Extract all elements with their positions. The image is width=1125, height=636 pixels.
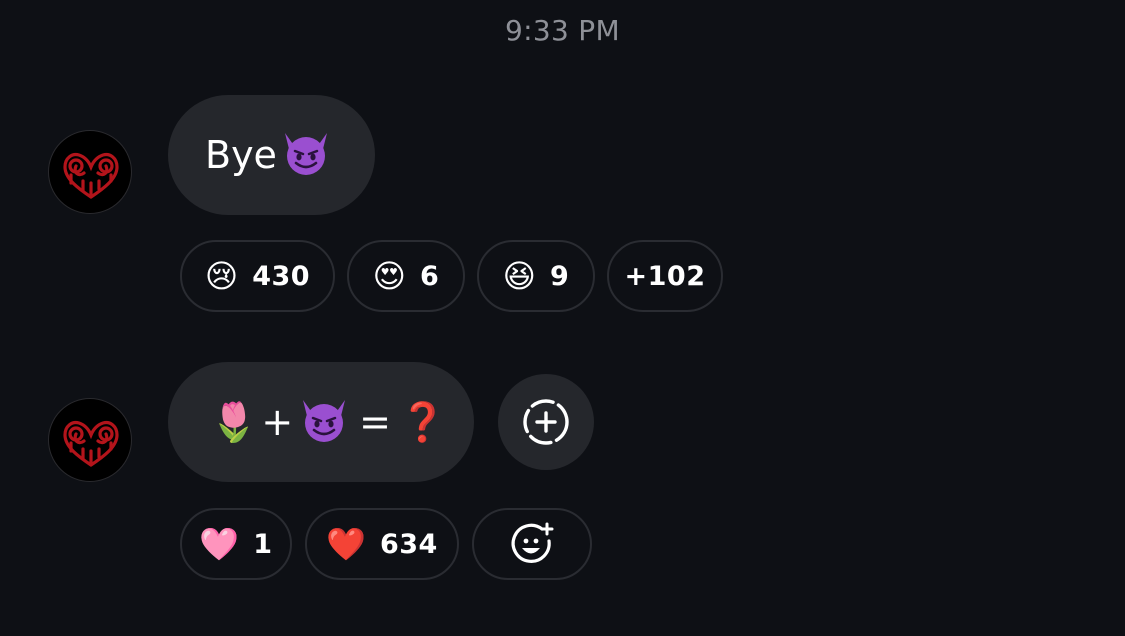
heart-logo-icon — [63, 420, 119, 467]
tulip-emoji: 🌷 — [210, 399, 258, 444]
add-circle-icon — [523, 399, 569, 445]
smiling-devil-icon — [297, 396, 351, 448]
more-reactions-button[interactable]: +102 — [607, 240, 723, 312]
equals-sign: = — [359, 400, 392, 444]
reaction-crying[interactable]: 😢 430 — [180, 240, 335, 312]
more-reactions-count: +102 — [624, 260, 706, 292]
heart-logo-icon — [63, 152, 119, 199]
reaction-count: 430 — [252, 260, 311, 292]
smiling-devil-icon — [279, 129, 333, 181]
plus-sign: + — [261, 400, 294, 444]
red-question-mark: ❓ — [399, 399, 447, 444]
crying-face-icon: 😢 — [204, 257, 239, 295]
laughing-face-icon: 😆 — [502, 257, 537, 295]
reaction-pink-heart[interactable]: 🩷 1 — [180, 508, 292, 580]
reaction-count: 634 — [379, 528, 438, 560]
add-emoji-icon — [511, 522, 554, 563]
reaction-count: 1 — [253, 528, 273, 560]
red-heart-icon: ❤️ — [326, 525, 366, 563]
pink-heart-icon: 🩷 — [199, 525, 240, 563]
reaction-laughing[interactable]: 😆 9 — [477, 240, 595, 312]
reaction-count: 6 — [420, 260, 440, 292]
message-text: Bye — [205, 133, 277, 177]
add-reaction-button[interactable] — [498, 374, 594, 470]
heart-eyes-face-icon: 😍 — [372, 257, 407, 295]
message-bubble[interactable]: Bye — [168, 95, 375, 215]
reaction-count: 9 — [550, 260, 570, 292]
add-emoji-reaction-button[interactable] — [472, 508, 592, 580]
reaction-red-heart[interactable]: ❤️ 634 — [305, 508, 459, 580]
reaction-heart-eyes[interactable]: 😍 6 — [347, 240, 465, 312]
message-bubble[interactable]: 🌷 + = ❓ — [168, 362, 474, 482]
sender-avatar[interactable] — [48, 398, 132, 482]
timestamp-text: 9:33 PM — [505, 14, 620, 47]
sender-avatar[interactable] — [48, 130, 132, 214]
message-timestamp: 9:33 PM — [0, 14, 1125, 47]
chat-thread: 9:33 PM Bye 😢 430 😍 6 😆 9 +102 🌷 + = ❓ 🩷… — [0, 0, 1125, 636]
